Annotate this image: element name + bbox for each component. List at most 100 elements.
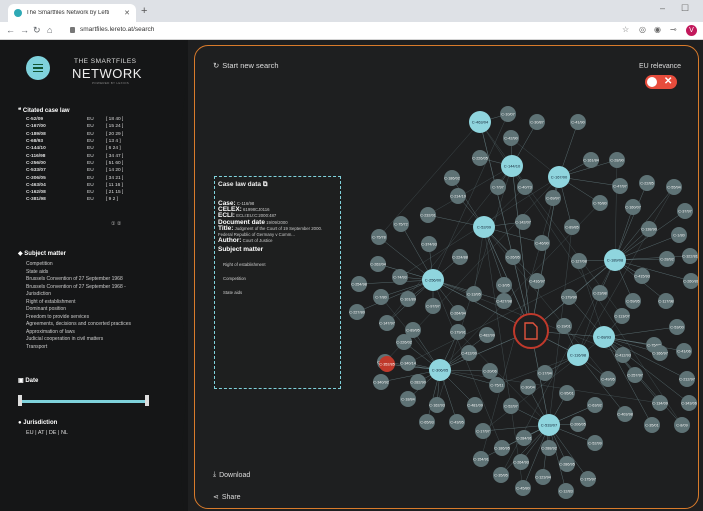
graph-node-label: C-47/97 <box>613 184 627 188</box>
back-icon[interactable]: ← <box>6 25 15 35</box>
graph-node-label: C-65/93 <box>420 420 434 424</box>
home-icon[interactable]: ⌂ <box>47 25 52 35</box>
download-button[interactable]: ⤓ Download <box>213 471 250 479</box>
cited-case-row[interactable]: C-256/00 EU [ 51 60 ] <box>26 160 146 167</box>
graph-node-label: C-89/85 <box>565 225 579 229</box>
graph-node-label: C-481/09 <box>467 403 483 407</box>
case-counts: [ 51 60 ] <box>106 160 124 166</box>
bookmark-star-icon[interactable]: ☆ <box>622 25 629 34</box>
forward-icon[interactable]: → <box>20 25 29 35</box>
key-icon[interactable]: ⊸ <box>670 25 677 34</box>
graph-node-label: C-144/10 <box>504 163 521 168</box>
graph-node-label: C-75/72 <box>394 222 408 226</box>
subject-item[interactable]: Approximation of laws <box>26 329 176 337</box>
pagination[interactable]: ① ② <box>111 221 121 227</box>
cited-case-row[interactable]: C-533/07 EU [ 14 20 ] <box>26 167 146 174</box>
case-id: C-52/09 <box>26 117 44 123</box>
graph-node-label: C-179/91 <box>450 330 466 334</box>
case-jurisdiction: EU <box>87 190 94 196</box>
share-button[interactable]: ⋖ Share <box>213 493 241 502</box>
subject-item[interactable]: Competition <box>26 261 176 269</box>
profile-avatar[interactable]: V <box>686 25 697 36</box>
cited-case-row[interactable]: C-189/08 EU [ 20 29 ] <box>26 131 146 138</box>
graph-edge <box>614 182 648 261</box>
graph-node-label: C-175/97 <box>580 477 596 481</box>
menu-icon[interactable] <box>26 56 50 80</box>
browser-tab[interactable]: The Smartfiles Network by Lefti ✕ <box>8 4 136 22</box>
graph-node-label: C-262/04 <box>370 262 386 266</box>
date-slider-track[interactable] <box>20 400 148 403</box>
cited-case-row[interactable]: C-116/98 EU [ 34 47 ] <box>26 152 146 159</box>
maximize-icon[interactable]: ☐ <box>681 3 689 14</box>
cited-case-row[interactable]: C-463/04 EU [ 11 16 ] <box>26 182 146 189</box>
graph-node-label: C-45/80 <box>516 486 530 490</box>
subject-item[interactable]: Agreements, decisions and concerted prac… <box>26 321 176 329</box>
date-slider-end-handle[interactable] <box>145 395 149 406</box>
graph-node-label: C-97/97 <box>426 304 440 308</box>
graph-node-label: C-167/00 <box>551 174 568 179</box>
subject-item[interactable]: Freedom to provide services <box>26 314 176 322</box>
graph-node-label: C-52/99 <box>588 441 602 445</box>
case-id: C-167/00 <box>26 124 46 130</box>
graph-node-label: C-127/08 <box>571 259 587 263</box>
graph-node-label: C-35/01 <box>645 423 659 427</box>
subject-item[interactable]: Right of establishment <box>26 299 176 307</box>
reload-icon[interactable]: ↻ <box>33 25 41 36</box>
subject-item[interactable]: Brussels Convention of 27 September 1968… <box>26 284 176 292</box>
case-subject-item: State aids <box>223 290 243 296</box>
url-field[interactable]: smartfiles.lereto.at/search <box>70 26 154 33</box>
graph-node-label: C-340/92 <box>373 380 389 384</box>
date-slider-start-handle[interactable] <box>18 395 22 406</box>
subject-item[interactable]: Brussels Convention of 27 September 1968 <box>26 276 176 284</box>
graph-node-label: C-161/84 <box>583 158 599 162</box>
cited-case-row[interactable]: C-162/08 EU [ 21 15 ] <box>26 189 146 196</box>
graph-node-label: C-166/97 <box>652 351 668 355</box>
graph-node-label: C-226/05 <box>472 156 488 160</box>
subject-item[interactable]: Judicial cooperation in civil matters <box>26 336 176 344</box>
case-id: C-463/04 <box>26 182 46 188</box>
graph-node-label: C-42/90 <box>504 136 518 140</box>
graph-edge <box>614 159 618 261</box>
extension-icon-2[interactable]: ◉ <box>654 25 661 34</box>
case-counts: [ 18 40 ] <box>106 117 124 123</box>
subject-item[interactable]: Jurisdiction <box>26 291 176 299</box>
subject-item[interactable]: Transport <box>26 344 176 352</box>
cited-case-row[interactable]: C-68/93 EU [ 13 4 ] <box>26 138 146 145</box>
graph-node-label: C-186/02 <box>444 176 460 180</box>
center-case-node[interactable] <box>513 313 549 349</box>
graph-node-label: C-76/80 <box>593 201 607 205</box>
case-counts: [ 20 29 ] <box>106 131 124 137</box>
external-link-icon[interactable]: ⧉ <box>263 181 268 188</box>
graph-node-label: C-17/97 <box>476 429 490 433</box>
case-counts: [ 13 4 ] <box>106 139 121 145</box>
author-value: Court of Justice <box>242 238 273 244</box>
subject-item[interactable]: State aids <box>26 269 176 277</box>
case-law-data-box: Case law data ⧉ Case: C-116/98 CELEX: 61… <box>214 176 341 389</box>
new-tab-icon[interactable]: + <box>141 5 147 17</box>
case-id: C-381/98 <box>26 197 46 203</box>
cited-case-row[interactable]: C-306/05 EU [ 34 21 ] <box>26 174 146 181</box>
case-jurisdiction: EU <box>87 146 94 152</box>
start-new-search-button[interactable]: ↻ Start new search <box>213 61 279 70</box>
tab-close-icon[interactable]: ✕ <box>124 9 130 17</box>
subject-item[interactable]: Dominant position <box>26 306 176 314</box>
cited-case-row[interactable]: C-144/10 EU [ 6 24 ] <box>26 145 146 152</box>
eu-relevance-toggle[interactable]: ✕ <box>645 75 677 89</box>
graph-node-label: C-10/07 <box>501 112 515 116</box>
cited-case-row[interactable]: C-52/09 EU [ 18 40 ] <box>26 116 146 123</box>
jurisdiction-values[interactable]: EU | AT | DE | NL <box>26 430 68 436</box>
graph-node-label: C-416/97 <box>529 279 545 283</box>
minimize-icon[interactable]: – <box>660 3 665 13</box>
graph-node-label: C-162/93 <box>429 403 445 407</box>
graph-node-label: C-352/85 <box>379 362 395 366</box>
graph-edge <box>603 326 678 338</box>
cited-case-law-title: ❝ Citated case law <box>18 108 70 114</box>
graph-node-label: C-212/97 <box>679 377 695 381</box>
cited-case-row[interactable]: C-167/00 EU [ 15 24 ] <box>26 123 146 130</box>
case-counts: [ 15 24 ] <box>106 124 124 130</box>
graph-node-label: C-224/88 <box>452 255 468 259</box>
graph-node-label: C-206/05 <box>570 422 586 426</box>
graph-node-label: C-74/93 <box>393 275 407 279</box>
cited-case-row[interactable]: C-381/98 EU [ 9 2 ] <box>26 196 146 203</box>
extension-icon[interactable]: ◎ <box>639 25 646 34</box>
